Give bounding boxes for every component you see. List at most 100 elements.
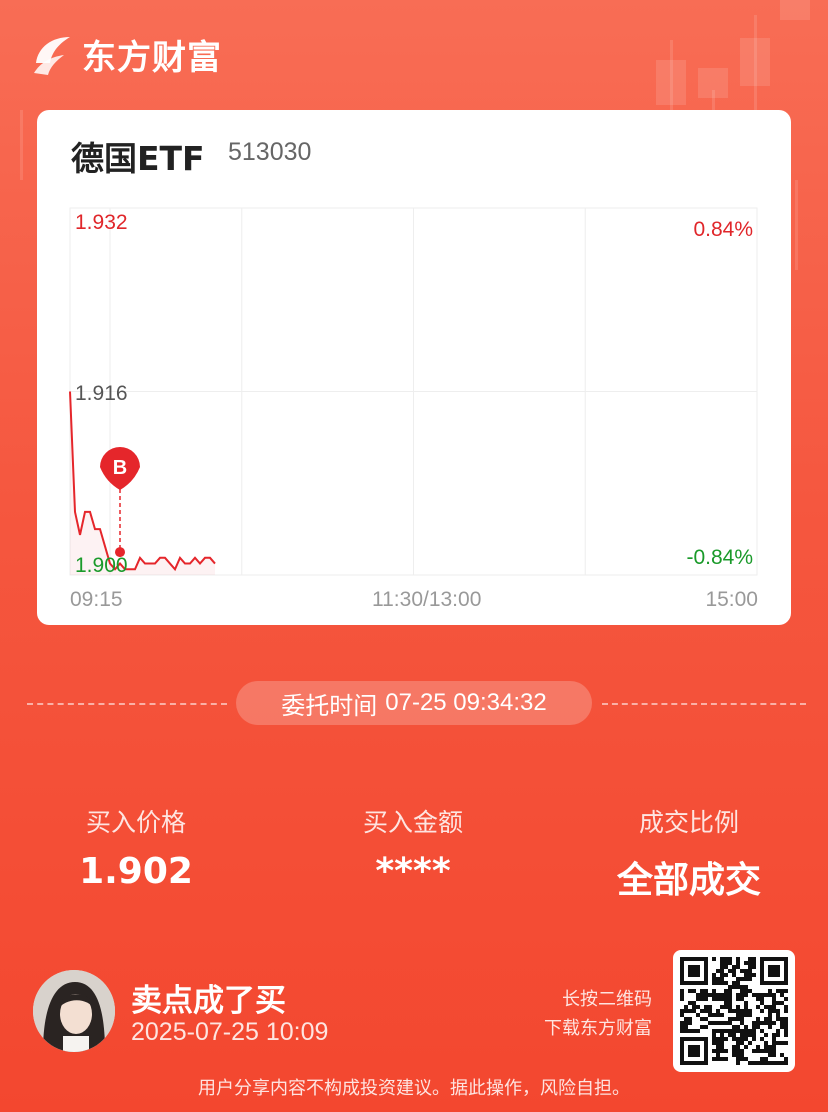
qr-module <box>728 989 732 993</box>
qr-module <box>752 1029 756 1033</box>
qr-module <box>736 961 740 965</box>
qr-module <box>732 981 736 985</box>
bg-candle-wick <box>795 180 798 270</box>
qr-module <box>772 1053 776 1057</box>
qr-module <box>720 1029 724 1033</box>
divider-left <box>27 703 227 705</box>
qr-module <box>764 1021 768 1025</box>
qr-hint-line1: 长按二维码 <box>562 989 652 1009</box>
qr-module <box>740 997 744 1001</box>
qr-module <box>744 969 748 973</box>
qr-module <box>704 989 708 993</box>
qr-module <box>768 1045 772 1049</box>
qr-module <box>728 1005 732 1009</box>
qr-module <box>752 1061 756 1065</box>
qr-module <box>712 1029 716 1033</box>
bg-candle-wick <box>20 110 23 180</box>
qr-module <box>692 1005 696 1009</box>
qr-module <box>764 1017 768 1021</box>
qr-module <box>716 969 720 973</box>
qr-module <box>692 1029 696 1033</box>
qr-module <box>704 1009 708 1013</box>
qr-module <box>732 1009 736 1013</box>
qr-module <box>732 1049 736 1053</box>
qr-module <box>740 1041 744 1045</box>
qr-module <box>744 961 748 965</box>
qr-module <box>744 973 748 977</box>
qr-finder <box>768 965 780 977</box>
qr-module <box>724 989 728 993</box>
qr-module <box>716 1021 720 1025</box>
qr-module <box>740 1029 744 1033</box>
qr-module <box>740 969 744 973</box>
qr-module <box>696 997 700 1001</box>
y-label-mid: 1.916 <box>75 382 128 405</box>
qr-module <box>720 997 724 1001</box>
qr-module <box>784 1057 788 1061</box>
qr-module <box>692 1001 696 1005</box>
username: 卖点成了买 <box>131 983 286 1019</box>
qr-module <box>752 1021 756 1025</box>
qr-module <box>696 1005 700 1009</box>
qr-module <box>744 977 748 981</box>
qr-module <box>744 1001 748 1005</box>
qr-module <box>724 1049 728 1053</box>
qr-module <box>764 1049 768 1053</box>
chart-area <box>70 391 215 575</box>
qr-module <box>684 1025 688 1029</box>
qr-module <box>736 1013 740 1017</box>
qr-module <box>752 1025 756 1029</box>
qr-module <box>756 1021 760 1025</box>
avatar[interactable] <box>33 970 115 1052</box>
qr-module <box>696 1029 700 1033</box>
divider-right <box>602 703 806 705</box>
qr-module <box>720 993 724 997</box>
qr-module <box>712 1013 716 1017</box>
qr-module <box>732 1053 736 1057</box>
qr-module <box>684 1017 688 1021</box>
qr-module <box>760 1037 764 1041</box>
qr-module <box>724 993 728 997</box>
qr-module <box>736 1025 740 1029</box>
stock-card[interactable]: 德国ETF 513030 1.932 1.916 1.900 0.84% -0.… <box>37 110 791 625</box>
qr-module <box>712 1041 716 1045</box>
time-label-midday: 11:30/13:00 <box>372 588 482 611</box>
qr-module <box>776 1041 780 1045</box>
qr-module <box>748 1013 752 1017</box>
qr-module <box>772 993 776 997</box>
qr-module <box>748 1029 752 1033</box>
qr-module <box>780 1017 784 1021</box>
qr-module <box>720 981 724 985</box>
qr-module <box>740 1057 744 1061</box>
stat-buy-price: 买入价格 1.902 <box>26 803 246 892</box>
qr-module <box>740 1037 744 1041</box>
qr-module <box>736 1029 740 1033</box>
qr-module <box>772 1033 776 1037</box>
qr-module <box>716 1049 720 1053</box>
qr-module <box>720 1005 724 1009</box>
qr-module <box>720 1013 724 1017</box>
qr-module <box>768 1005 772 1009</box>
qr-module <box>728 969 732 973</box>
qr-module <box>724 981 728 985</box>
qr-module <box>700 989 704 993</box>
qr-module <box>740 993 744 997</box>
qr-module <box>708 1021 712 1025</box>
qr-module <box>724 1001 728 1005</box>
qr-code[interactable] <box>673 950 795 1072</box>
bg-candle-wick <box>670 40 673 110</box>
qr-module <box>720 1037 724 1041</box>
qr-module <box>772 1005 776 1009</box>
qr-module <box>688 1009 692 1013</box>
qr-module <box>768 1013 772 1017</box>
qr-module <box>740 989 744 993</box>
qr-module <box>756 1045 760 1049</box>
qr-module <box>748 961 752 965</box>
qr-module <box>736 1061 740 1065</box>
qr-module <box>760 1057 764 1061</box>
qr-module <box>712 1021 716 1025</box>
qr-module <box>688 1017 692 1021</box>
qr-module <box>744 1005 748 1009</box>
qr-module <box>736 985 740 989</box>
time-label-close: 15:00 <box>705 588 758 611</box>
